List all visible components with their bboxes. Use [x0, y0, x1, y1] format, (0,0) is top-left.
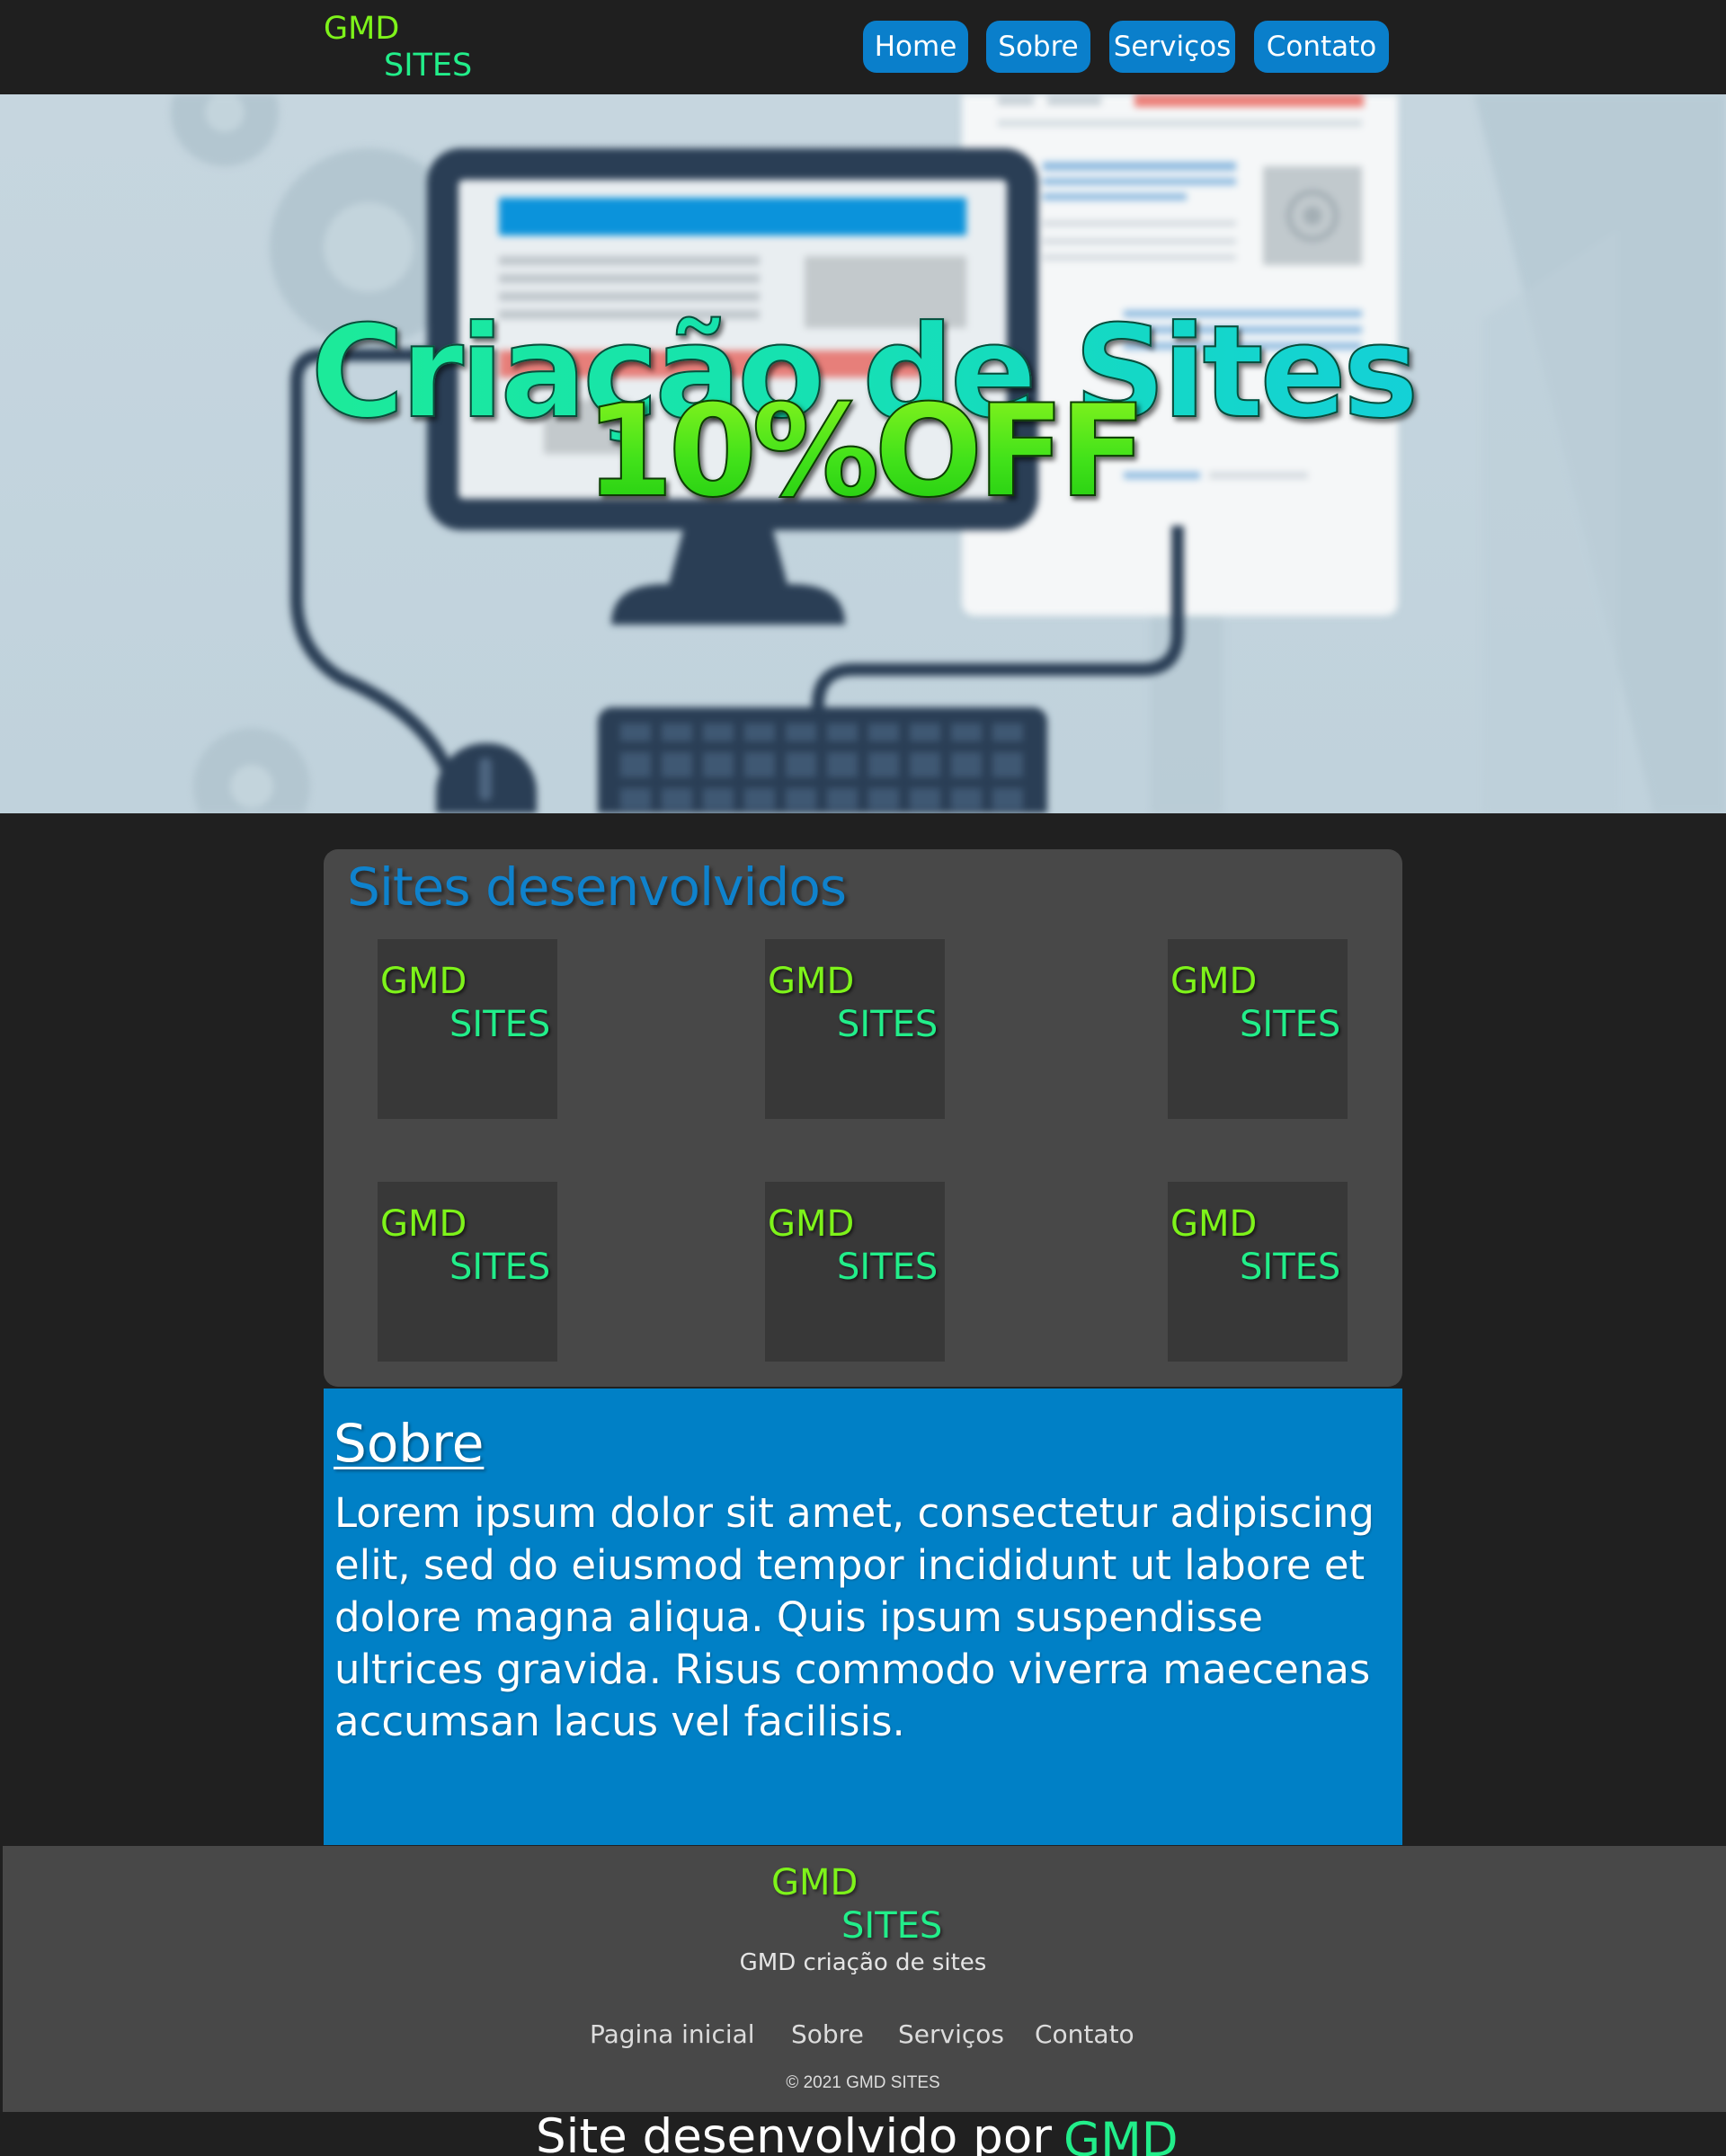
footer-copyright: © 2021 GMD SITES: [786, 2073, 940, 2092]
site-header: GMD SITES Home Sobre Serviços Contato: [0, 0, 1726, 94]
credit-text: Site desenvolvido por: [536, 2112, 1053, 2156]
logo-line-2: SITES: [384, 48, 473, 84]
footer-tagline: GMD criação de sites: [739, 1949, 987, 1976]
nav-sobre-button[interactable]: Sobre: [986, 21, 1090, 73]
project-logo-line-2: SITES: [449, 1004, 551, 1045]
footer-link-servicos[interactable]: Serviços: [898, 2018, 1004, 2051]
projects-title: Sites desenvolvidos: [347, 856, 847, 918]
footer-link-contato[interactable]: Contato: [1035, 2018, 1134, 2051]
nav-servicos-button[interactable]: Serviços: [1109, 21, 1235, 73]
project-card[interactable]: GMD SITES: [378, 1182, 557, 1362]
project-logo-line-2: SITES: [837, 1247, 939, 1288]
project-card[interactable]: GMD SITES: [1168, 1182, 1348, 1362]
about-title: Sobre: [334, 1413, 485, 1474]
hero-discount: 10%OFF: [0, 384, 1726, 520]
project-card[interactable]: GMD SITES: [1168, 939, 1348, 1119]
projects-section: Sites desenvolvidos GMD SITES GMD SITES …: [324, 849, 1402, 1387]
project-logo-line-2: SITES: [449, 1247, 551, 1288]
credit-brand[interactable]: GMD: [1063, 2114, 1179, 2156]
about-section: Sobre Lorem ipsum dolor sit amet, consec…: [324, 1389, 1402, 1845]
header-logo[interactable]: GMD SITES: [324, 9, 472, 85]
project-card[interactable]: GMD SITES: [765, 939, 945, 1119]
project-logo-line-1: GMD: [1170, 961, 1258, 1002]
nav-home-button[interactable]: Home: [863, 21, 968, 73]
project-logo-line-1: GMD: [768, 961, 855, 1002]
footer-logo-line-1: GMD: [771, 1862, 859, 1903]
project-card[interactable]: GMD SITES: [378, 939, 557, 1119]
project-logo-line-2: SITES: [837, 1004, 939, 1045]
nav-contato-button[interactable]: Contato: [1254, 21, 1389, 73]
project-logo-line-1: GMD: [768, 1203, 855, 1245]
footer-logo-line-2: SITES: [841, 1905, 943, 1947]
project-logo-line-1: GMD: [380, 1203, 467, 1245]
project-logo-line-2: SITES: [1240, 1247, 1341, 1288]
footer-link-home[interactable]: Pagina inicial: [590, 2018, 755, 2051]
credit-bar: Site desenvolvido por GMD: [0, 2112, 1726, 2156]
footer-link-sobre[interactable]: Sobre: [791, 2018, 864, 2051]
hero-banner: Criação de Sites 10%OFF: [0, 94, 1726, 813]
about-text: Lorem ipsum dolor sit amet, consectetur …: [334, 1489, 1375, 1745]
project-card[interactable]: GMD SITES: [765, 1182, 945, 1362]
project-logo-line-1: GMD: [380, 961, 467, 1002]
logo-line-1: GMD: [324, 11, 400, 47]
project-logo-line-2: SITES: [1240, 1004, 1341, 1045]
project-logo-line-1: GMD: [1170, 1203, 1258, 1245]
